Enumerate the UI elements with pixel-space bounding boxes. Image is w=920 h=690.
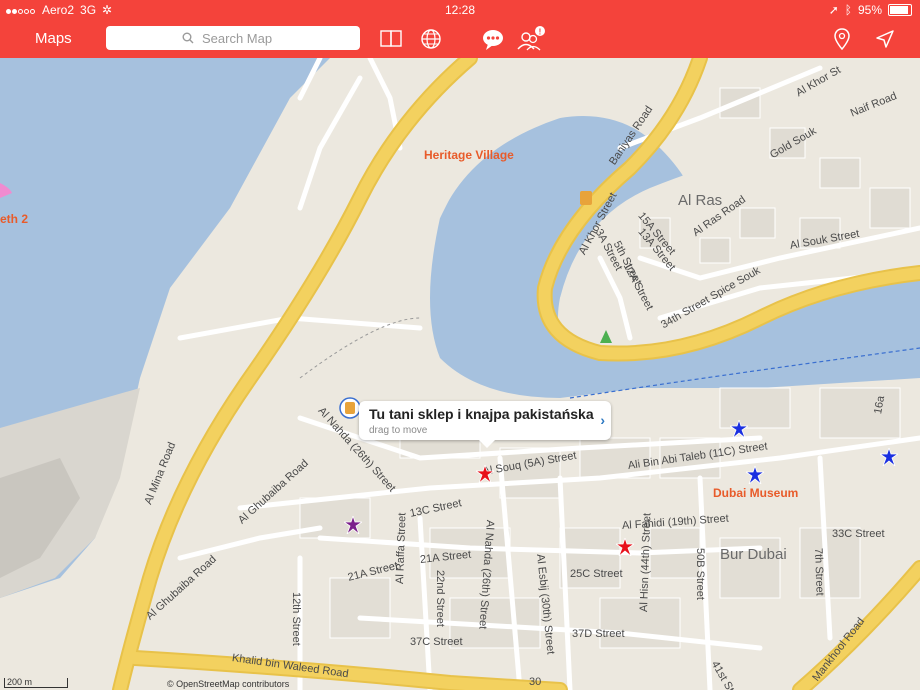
chat-icon[interactable] — [480, 26, 506, 52]
street-label: 22nd Street — [434, 570, 446, 627]
street-label: 50B Street — [694, 548, 706, 600]
callout-title: Tu tani sklep i knajpa pakistańska — [369, 406, 594, 422]
place-al-ras: Al Ras — [678, 192, 723, 209]
street-label: 33C Street — [832, 528, 885, 540]
red-star-marker[interactable] — [616, 538, 634, 556]
street-label: 30 — [529, 676, 542, 688]
clock: 12:28 — [444, 3, 476, 17]
location-arrow-icon: ➚ — [828, 3, 839, 17]
people-alert-icon[interactable]: ! — [516, 26, 548, 52]
svg-text:!: ! — [539, 28, 542, 37]
street-label: 12th Street — [290, 592, 302, 646]
callout-subtitle: drag to move — [369, 425, 428, 436]
purple-star-marker[interactable] — [344, 516, 362, 534]
blue-star-marker[interactable] — [746, 466, 764, 484]
street-label: 37D Street — [572, 628, 625, 640]
street-label: Al Raffa Street — [394, 512, 409, 585]
battery-percent: 95% — [857, 3, 882, 17]
street-label: 7th Street — [812, 547, 826, 596]
map-attribution[interactable]: © OpenStreetMap contributors — [167, 679, 289, 689]
globe-icon[interactable] — [418, 26, 444, 52]
search-bar[interactable] — [106, 26, 360, 50]
street-label: 37C Street — [410, 636, 463, 648]
red-star-marker[interactable] — [476, 465, 494, 483]
bluetooth-icon: ᛒ — [844, 3, 852, 17]
place-berth: eth 2 — [0, 212, 29, 226]
pin-icon[interactable] — [829, 26, 855, 52]
bookmarks-icon[interactable] — [379, 26, 405, 52]
street-label: 25C Street — [570, 568, 623, 580]
chevron-right-icon[interactable]: › — [600, 412, 605, 428]
search-icon — [182, 32, 194, 44]
place-bur-dubai: Bur Dubai — [720, 546, 787, 563]
marker-callout[interactable]: Tu tani sklep i knajpa pakistańska drag … — [359, 401, 611, 448]
blue-star-marker[interactable] — [730, 420, 748, 438]
search-input[interactable] — [200, 29, 284, 47]
status-bar: Aero2 3G ✲ 12:28 ➚ ᛒ 95% — [0, 0, 920, 20]
scale-bar: 200 m — [4, 678, 68, 688]
maps-button[interactable]: Maps — [35, 30, 72, 47]
navigation-arrow-icon[interactable] — [872, 26, 898, 52]
map-view[interactable]: Heritage Village Al Ras Bur Dubai Dubai … — [0, 58, 920, 690]
place-dubai-museum: Dubai Museum — [713, 486, 799, 500]
toolbar: Maps ! — [0, 20, 920, 58]
place-heritage-village: Heritage Village — [424, 148, 514, 162]
battery-icon — [888, 4, 912, 16]
blue-star-marker[interactable] — [880, 448, 898, 466]
